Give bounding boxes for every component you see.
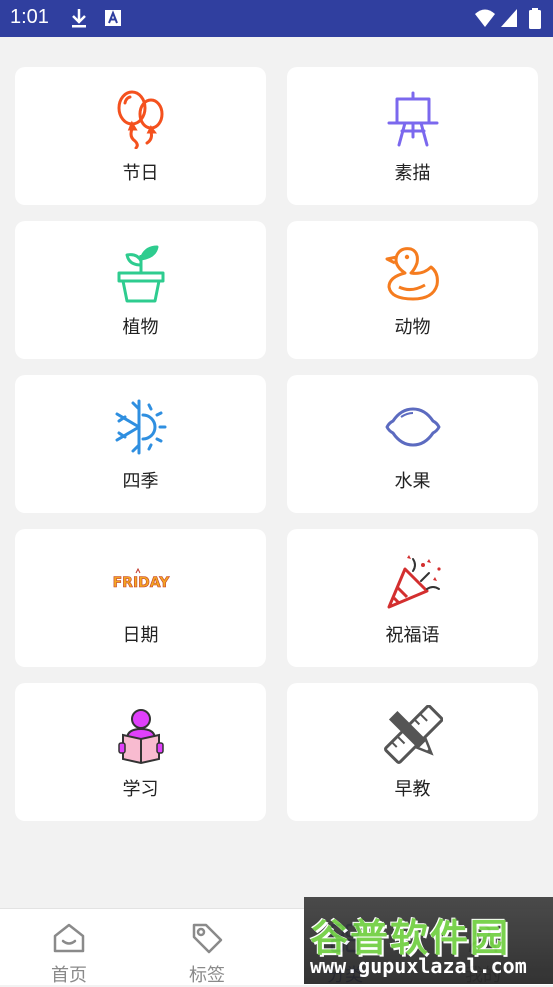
nav-item-home[interactable]: 首页 <box>0 909 138 986</box>
category-label: 日期 <box>122 625 159 646</box>
status-bar: 1:01 <box>0 0 553 37</box>
watermark-url: www.gupuxlazal.com <box>310 954 527 978</box>
snow-sun-icon <box>115 399 166 455</box>
category-tile-date[interactable]: FRIDAY 日期 <box>15 529 266 667</box>
category-grid: 节日 素描 植物 动物 四季 水果 FRIDAY 日期 祝福语 学习 早教 <box>15 67 538 821</box>
status-time: 1:01 <box>10 6 49 28</box>
signal-icon <box>501 9 517 27</box>
watermark-overlay: 谷普软件园 www.gupuxlazal.com <box>304 897 553 984</box>
category-tile-early-education[interactable]: 早教 <box>287 683 538 821</box>
tag-icon <box>192 923 223 954</box>
wifi-icon <box>475 9 495 27</box>
duck-icon <box>385 247 439 301</box>
category-label: 早教 <box>394 779 431 800</box>
category-tile-animal[interactable]: 动物 <box>287 221 538 359</box>
category-label: 四季 <box>122 471 159 492</box>
category-label: 学习 <box>122 779 159 800</box>
home-icon <box>53 923 85 953</box>
category-label: 植物 <box>122 317 159 338</box>
potted-plant-icon <box>117 245 164 303</box>
category-tile-seasons[interactable]: 四季 <box>15 375 266 513</box>
pencil-ruler-icon <box>383 705 443 764</box>
download-icon <box>72 9 86 28</box>
nav-label: 标签 <box>189 965 225 986</box>
category-tile-holiday[interactable]: 节日 <box>15 67 266 205</box>
nav-item-tags[interactable]: 标签 <box>138 909 276 986</box>
category-tile-greetings[interactable]: 祝福语 <box>287 529 538 667</box>
keyboard-a-icon <box>105 10 121 26</box>
lemon-icon <box>385 407 440 447</box>
category-label: 节日 <box>122 163 159 184</box>
svg-text:FRIDAY: FRIDAY <box>112 575 170 591</box>
category-label: 动物 <box>394 317 431 338</box>
nav-label: 首页 <box>51 965 87 986</box>
party-popper-icon <box>387 555 441 609</box>
category-label: 素描 <box>394 163 431 184</box>
category-tile-study[interactable]: 学习 <box>15 683 266 821</box>
reading-person-icon <box>117 709 164 765</box>
battery-icon <box>529 8 541 29</box>
category-tile-sketch[interactable]: 素描 <box>287 67 538 205</box>
category-tile-plant[interactable]: 植物 <box>15 221 266 359</box>
category-label: 祝福语 <box>385 625 440 646</box>
easel-icon <box>387 91 438 147</box>
balloons-icon <box>117 90 163 149</box>
friday-icon: FRIDAY <box>112 567 170 591</box>
category-tile-fruit[interactable]: 水果 <box>287 375 538 513</box>
category-label: 水果 <box>394 471 431 492</box>
